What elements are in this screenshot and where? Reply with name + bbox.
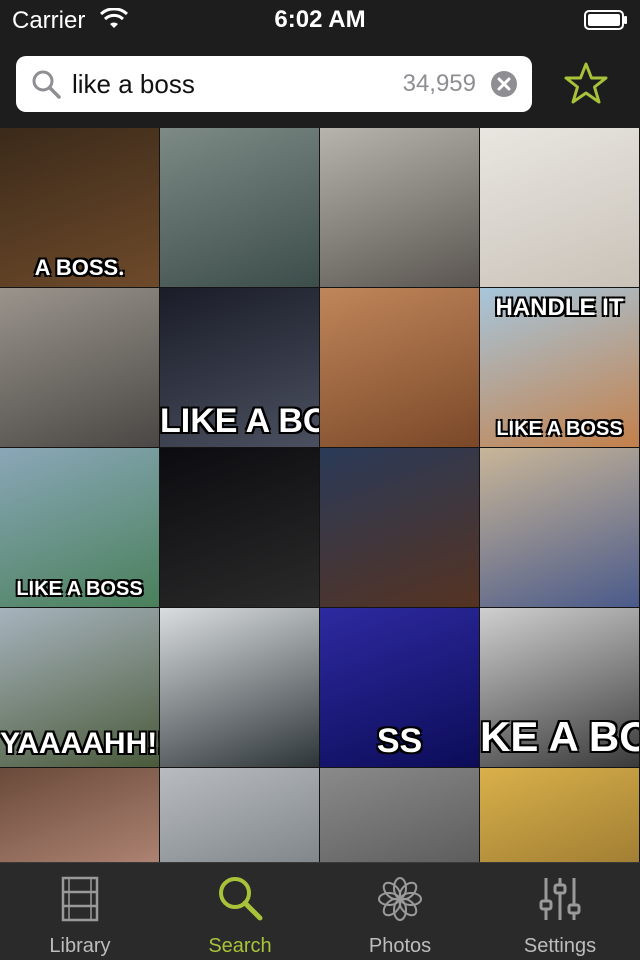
tab-label-settings: Settings: [523, 935, 597, 957]
star-icon[interactable]: [562, 60, 610, 108]
gif-tile[interactable]: YAAAAHH!!!: [0, 608, 159, 767]
gif-tile[interactable]: [160, 608, 319, 767]
search-tab-icon: [219, 877, 263, 921]
gif-tile[interactable]: LIKE A BOSS: [160, 288, 319, 447]
tab-photos[interactable]: Photos: [320, 863, 480, 960]
search-header: 34,959: [0, 40, 640, 128]
gif-caption: KE A BO: [480, 713, 639, 760]
gif-caption: HANDLE IT: [495, 294, 624, 321]
gif-caption: SS: [376, 722, 423, 760]
battery-icon: [584, 10, 627, 30]
gif-tile[interactable]: [320, 288, 479, 447]
search-input[interactable]: [72, 64, 372, 104]
gif-tile[interactable]: [320, 128, 479, 287]
gif-caption: A BOSS.: [34, 255, 125, 280]
app-root: Carrier 6:02 AM 34,959: [0, 0, 640, 960]
gif-tile[interactable]: [0, 768, 159, 862]
gif-tile[interactable]: [480, 448, 639, 607]
clock: 6:02 AM: [274, 6, 366, 33]
search-icon: [32, 70, 61, 99]
gif-tile[interactable]: [480, 128, 639, 287]
sliders-icon: [539, 878, 581, 920]
gif-tile[interactable]: LIKE A BOSS: [0, 448, 159, 607]
status-bar: Carrier 6:02 AM: [0, 0, 640, 40]
gif-tile[interactable]: [320, 448, 479, 607]
tab-bar: Library Search Photos Settings: [0, 862, 640, 960]
library-icon: [61, 876, 99, 922]
search-bar[interactable]: 34,959: [16, 56, 532, 112]
gif-tile[interactable]: LIKE A BOSS: [480, 768, 639, 862]
gif-caption: LIKE A BOSS: [16, 578, 143, 600]
tab-label-search: Search: [208, 935, 272, 957]
gif-tile[interactable]: HANDLE IT LIKE A BOSS: [480, 288, 639, 447]
gif-tile[interactable]: [320, 768, 479, 862]
gif-caption: YAAAAHH!!!: [0, 727, 159, 760]
tab-library[interactable]: Library: [0, 863, 160, 960]
gif-caption: LIKE A BOSS: [496, 418, 623, 440]
gif-tile[interactable]: KE A BO: [480, 608, 639, 767]
photos-flower-icon: [378, 877, 422, 921]
tab-settings[interactable]: Settings: [480, 863, 640, 960]
gif-tile[interactable]: SS: [320, 608, 479, 767]
gif-tile[interactable]: A BOSS.: [0, 128, 159, 287]
tab-search[interactable]: Search: [160, 863, 320, 960]
clear-icon[interactable]: [490, 70, 518, 98]
gif-tile[interactable]: [160, 448, 319, 607]
gif-caption: LIKE A BOSS: [160, 402, 319, 440]
tab-label-library: Library: [49, 935, 111, 957]
tab-label-photos: Photos: [368, 935, 432, 957]
result-count: 34,959: [402, 70, 476, 97]
gif-tile[interactable]: [160, 128, 319, 287]
gif-tile[interactable]: [160, 768, 319, 862]
gif-tile[interactable]: [0, 288, 159, 447]
gif-grid: A BOSS. LIKE A BOSS HANDLE IT LIKE A BOSS LI…: [0, 128, 640, 862]
